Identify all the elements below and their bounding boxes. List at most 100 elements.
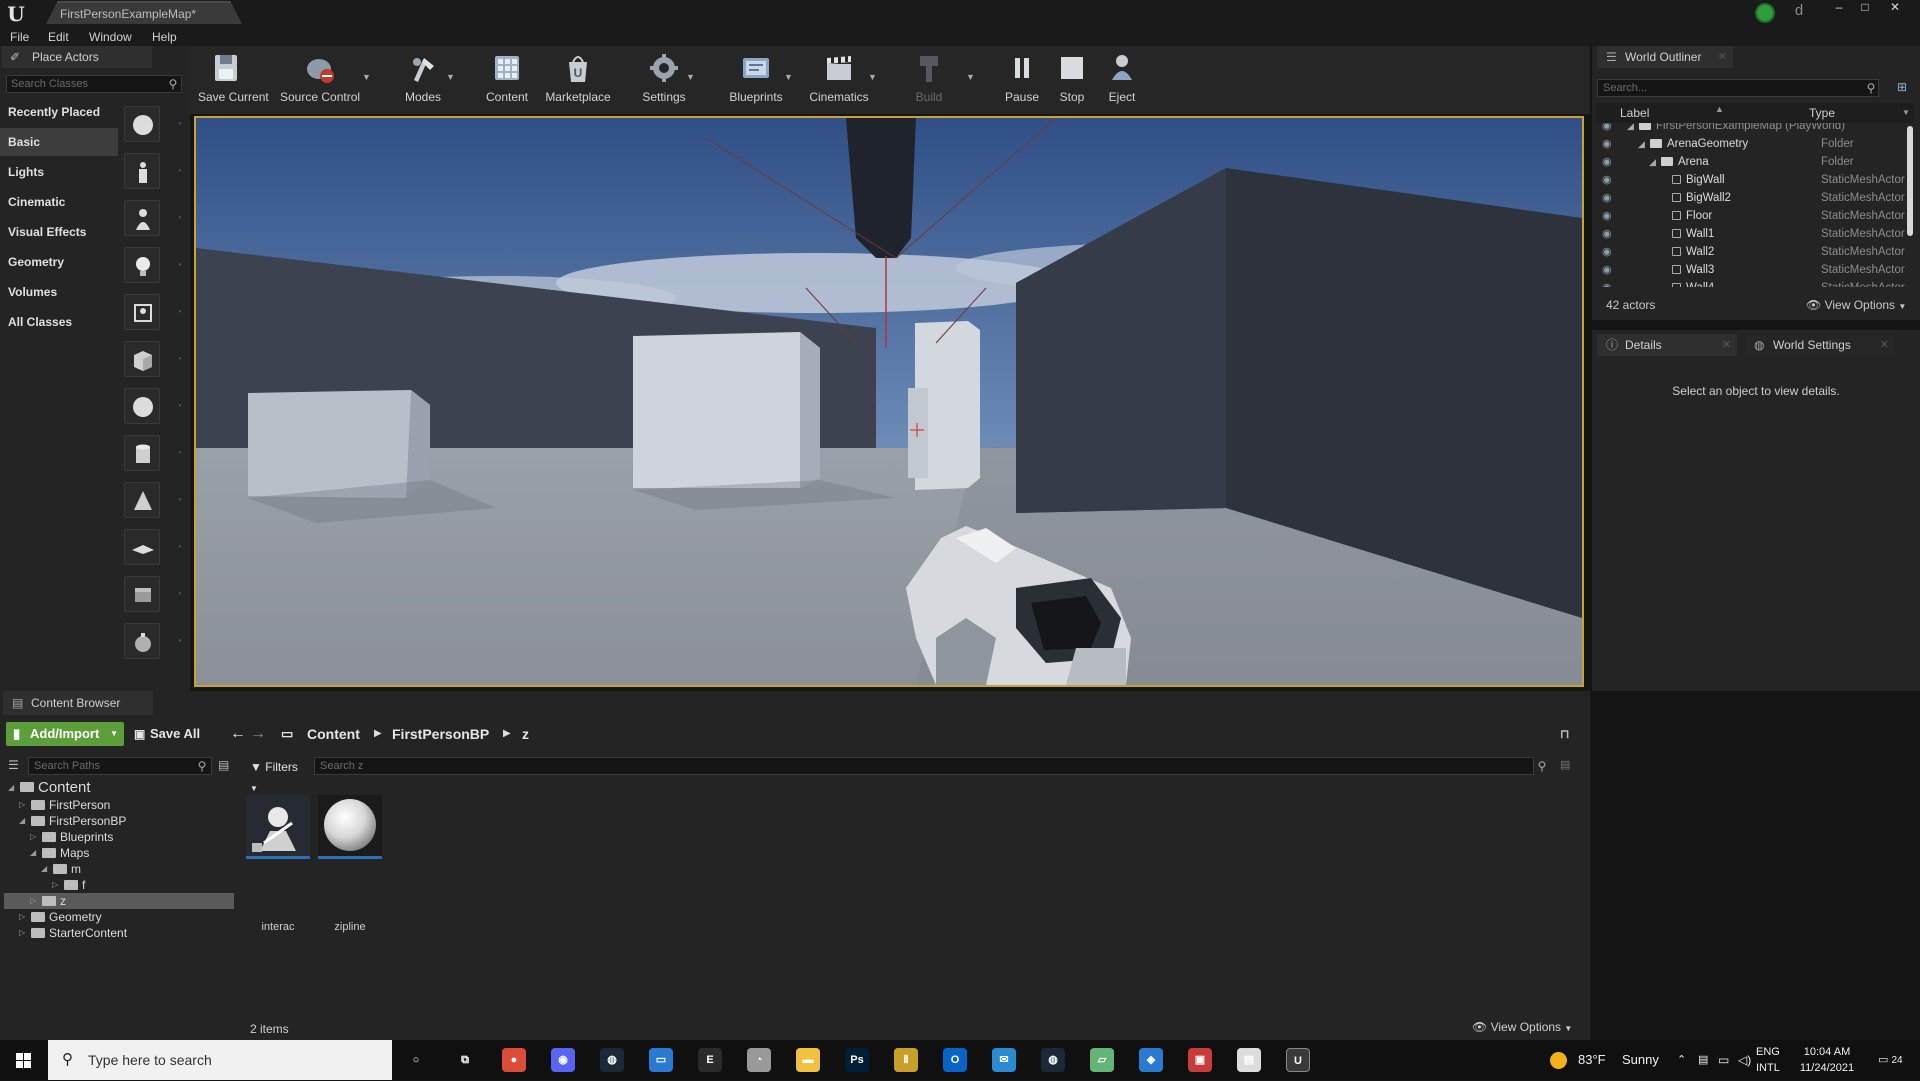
source-control-button[interactable]: Source Control xyxy=(280,50,360,110)
cinematics-button[interactable]: Cinematics xyxy=(804,50,874,110)
thumbnail-options-icon[interactable]: ◔ xyxy=(176,589,184,600)
content-button[interactable]: Content xyxy=(482,50,532,110)
close-tab-icon[interactable]: ✕ xyxy=(1722,334,1731,356)
visibility-eye-icon[interactable]: ◉ xyxy=(1602,243,1612,261)
folder-tree-item[interactable]: ▷ Geometry xyxy=(4,909,234,925)
actor-thumbnail[interactable] xyxy=(124,388,160,424)
column-dropdown-icon[interactable]: ▼ xyxy=(1902,108,1910,117)
app-icon[interactable]: ▱ xyxy=(1090,1048,1114,1072)
visibility-eye-icon[interactable]: ◉ xyxy=(1602,135,1612,153)
chrome-icon[interactable]: ● xyxy=(502,1048,526,1072)
outliner-search-input[interactable]: Search... xyxy=(1597,79,1879,97)
close-window-button[interactable]: ✕ xyxy=(1884,0,1906,16)
folder-tree-item[interactable]: ▷ z xyxy=(4,893,234,909)
settings-button[interactable]: Settings xyxy=(636,50,692,110)
modes-dropdown-icon[interactable]: ▼ xyxy=(446,72,456,82)
menu-file[interactable]: File xyxy=(10,28,29,46)
menu-edit[interactable]: Edit xyxy=(48,28,69,46)
actor-thumbnail[interactable] xyxy=(124,153,160,189)
show-hidden-icons-icon[interactable]: ⌃ xyxy=(1677,1040,1686,1080)
visibility-eye-icon[interactable]: ◉ xyxy=(1602,279,1612,287)
thumbnail-options-icon[interactable]: ◔ xyxy=(176,260,184,271)
world-settings-tab[interactable]: ◍ World Settings ✕ xyxy=(1745,334,1895,356)
expand-arrow-icon[interactable]: ▷ xyxy=(52,877,58,893)
view-options-button[interactable]: 👁 View Options ▼ xyxy=(1472,1020,1572,1034)
actor-thumbnail[interactable] xyxy=(124,623,160,659)
eject-button[interactable]: Eject xyxy=(1100,50,1144,110)
category-lights[interactable]: Lights xyxy=(0,158,118,186)
actor-thumbnail[interactable] xyxy=(124,435,160,471)
folder-tree-item[interactable]: ▷ StarterContent xyxy=(4,925,234,941)
search-assets-input[interactable]: Search z xyxy=(314,757,1534,775)
folder-tree-item[interactable]: ◢ Content xyxy=(4,779,234,797)
expand-arrow-icon[interactable]: ▷ xyxy=(30,829,36,845)
stop-button[interactable]: Stop xyxy=(1052,50,1092,110)
collapse-arrow-icon[interactable]: ◢ xyxy=(41,861,47,877)
thumbnail-options-icon[interactable]: ◔ xyxy=(176,166,184,177)
thumbnail-options-icon[interactable]: ◔ xyxy=(176,636,184,647)
thumbnail-options-icon[interactable]: ◔ xyxy=(176,354,184,365)
actor-thumbnail[interactable] xyxy=(124,341,160,377)
outliner-scrollbar[interactable] xyxy=(1907,126,1913,236)
collapse-arrow-icon[interactable]: ◢ xyxy=(30,845,36,861)
ime-icon[interactable]: ▤ xyxy=(1698,1040,1708,1080)
thumbnail-options-icon[interactable]: ◔ xyxy=(176,448,184,459)
breadcrumb-firstpersonbp[interactable]: FirstPersonBP xyxy=(392,722,489,746)
game-icon[interactable]: ◔ xyxy=(747,1048,771,1072)
outliner-row[interactable]: ◉ Floor StaticMeshActor xyxy=(1596,207,1906,225)
user-avatar[interactable]: d xyxy=(1786,2,1812,24)
language-indicator[interactable]: ENG INTL xyxy=(1756,1044,1780,1076)
filters-button[interactable]: ▼ Filters ▼ xyxy=(246,757,302,793)
folder-tree-item[interactable]: ▷ Blueprints xyxy=(4,829,234,845)
outliner-row[interactable]: ◉ ◢ ArenaGeometry Folder xyxy=(1596,135,1906,153)
visibility-eye-icon[interactable]: ◉ xyxy=(1602,153,1612,171)
expand-arrow-icon[interactable]: ◢ xyxy=(1638,135,1645,153)
expand-arrow-icon[interactable]: ▷ xyxy=(19,909,25,925)
modes-button[interactable]: Modes xyxy=(400,50,446,110)
start-button[interactable] xyxy=(0,1040,48,1080)
level-tab[interactable]: FirstPersonExampleMap* xyxy=(46,1,242,24)
thumbnail-options-icon[interactable]: ◔ xyxy=(176,401,184,412)
steam-icon[interactable]: ◍ xyxy=(1041,1048,1065,1072)
weather-sun-icon[interactable] xyxy=(1550,1040,1568,1080)
search-classes-input[interactable]: Search Classes xyxy=(6,75,182,93)
outliner-row[interactable]: ◉ Wall2 StaticMeshActor xyxy=(1596,243,1906,261)
folder-tree-item[interactable]: ◢ m xyxy=(4,861,234,877)
breadcrumb-separator-icon[interactable]: ▶ xyxy=(503,722,511,746)
collapse-sources-icon[interactable]: ☰ xyxy=(8,758,19,772)
category-cinematic[interactable]: Cinematic xyxy=(0,188,118,216)
thumbnail-options-icon[interactable]: ◔ xyxy=(176,119,184,130)
actor-thumbnail[interactable] xyxy=(124,106,160,142)
cinematics-dropdown-icon[interactable]: ▼ xyxy=(868,72,878,82)
expand-arrow-icon[interactable]: ◢ xyxy=(1649,153,1656,171)
back-arrow-icon[interactable]: ← xyxy=(230,722,246,746)
expand-arrow-icon[interactable]: ▷ xyxy=(30,893,36,909)
asset-tile[interactable] xyxy=(318,795,382,859)
weather-desc[interactable]: Sunny xyxy=(1622,1040,1659,1080)
mail-icon[interactable]: ✉ xyxy=(992,1048,1016,1072)
folder-tree-item[interactable]: ◢ FirstPersonBP xyxy=(4,813,234,829)
folder-tree-item[interactable]: ▷ f xyxy=(4,877,234,893)
actor-thumbnail[interactable] xyxy=(124,482,160,518)
pin-icon[interactable]: ⊞ xyxy=(1895,80,1909,94)
unity-icon[interactable]: ▤ xyxy=(1237,1048,1261,1072)
add-import-button[interactable]: ▮ Add/Import ▼ xyxy=(6,722,124,746)
minimize-button[interactable]: – xyxy=(1828,0,1850,16)
taskbar-clock[interactable]: 10:04 AM 11/24/2021 xyxy=(1794,1044,1860,1076)
close-tab-icon[interactable]: ✕ xyxy=(1880,334,1889,356)
lock-icon[interactable]: ⊓ xyxy=(1560,722,1569,746)
breadcrumb-z[interactable]: z xyxy=(522,722,529,746)
build-dropdown-icon[interactable]: ▼ xyxy=(966,72,976,82)
place-actors-tab[interactable]: ✐ Place Actors xyxy=(2,46,152,68)
visibility-eye-icon[interactable]: ◉ xyxy=(1602,123,1612,135)
column-type-header[interactable]: Type xyxy=(1809,106,1835,120)
source-control-status-icon[interactable] xyxy=(1755,3,1775,23)
pause-button[interactable]: Pause xyxy=(1000,50,1044,110)
expand-arrow-icon[interactable]: ▷ xyxy=(19,925,25,941)
weather-temp[interactable]: 83°F xyxy=(1578,1040,1606,1080)
outliner-row[interactable]: ◉ ◢ Arena Folder xyxy=(1596,153,1906,171)
thumbnail-options-icon[interactable]: ◔ xyxy=(176,542,184,553)
app-icon[interactable]: Ⅱ xyxy=(894,1048,918,1072)
outlook-icon[interactable]: O xyxy=(943,1048,967,1072)
maximize-button[interactable]: □ xyxy=(1854,0,1876,16)
